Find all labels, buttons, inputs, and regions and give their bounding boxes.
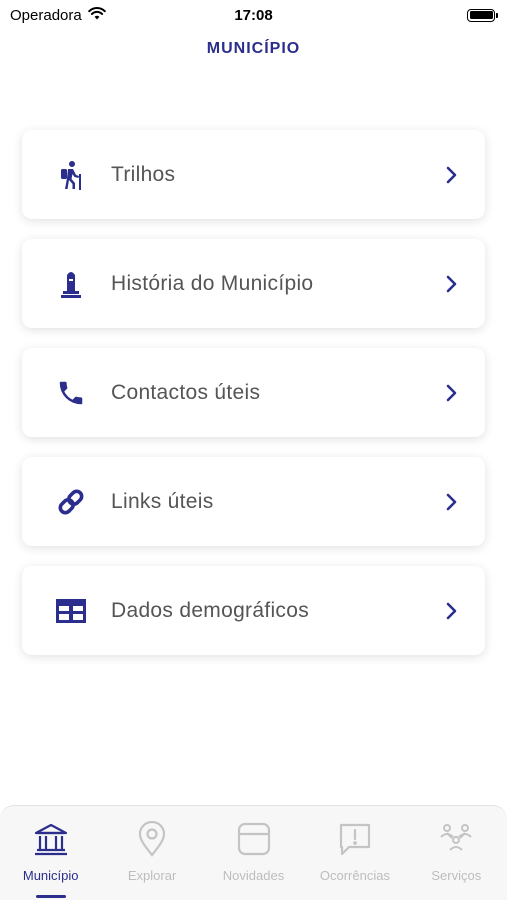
menu-item-label: Contactos úteis <box>111 380 261 404</box>
menu-item-label: Trilhos <box>111 162 176 186</box>
link-icon <box>54 485 88 519</box>
institution-icon <box>32 820 70 858</box>
menu-item-label: Links úteis <box>111 489 214 513</box>
chevron-right-icon <box>441 165 461 185</box>
menu-item-dados[interactable]: Dados demográficos <box>22 566 485 655</box>
menu-list: Trilhos História do Município Contactos … <box>22 130 485 675</box>
wifi-icon <box>87 6 106 24</box>
page-title: MUNICÍPIO <box>206 40 301 57</box>
menu-item-label: Dados demográficos <box>111 598 309 622</box>
chevron-right-icon <box>441 274 461 294</box>
services-icon <box>437 820 475 858</box>
tab-municipio[interactable]: Município <box>0 806 101 900</box>
tab-label: Serviços <box>431 868 482 883</box>
menu-item-trilhos[interactable]: Trilhos <box>22 130 485 219</box>
tab-label: Município <box>22 868 79 883</box>
menu-item-links[interactable]: Links úteis <box>22 457 485 546</box>
chevron-right-icon <box>441 492 461 512</box>
chevron-right-icon <box>441 383 461 403</box>
menu-item-contactos[interactable]: Contactos úteis <box>22 348 485 437</box>
tab-label: Ocorrências <box>319 868 390 883</box>
battery-icon <box>467 8 498 22</box>
tab-ocorrencias[interactable]: Ocorrências <box>304 806 405 900</box>
alert-bubble-icon <box>336 820 374 858</box>
map-pin-icon <box>133 820 171 858</box>
menu-item-label: História do Município <box>111 271 314 295</box>
monument-icon <box>54 267 88 301</box>
status-left: Operadora <box>10 6 106 24</box>
tab-explorar[interactable]: Explorar <box>101 806 202 900</box>
carrier-label: Operadora <box>10 6 82 24</box>
chevron-right-icon <box>441 601 461 621</box>
tab-bar: Município Explorar Novidades Ocorrências… <box>0 805 507 900</box>
tab-servicos[interactable]: Serviços <box>406 806 507 900</box>
table-icon <box>54 594 88 628</box>
status-bar: Operadora 17:08 <box>0 0 507 30</box>
phone-icon <box>54 376 88 410</box>
active-tab-indicator <box>35 895 66 898</box>
menu-item-historia[interactable]: História do Município <box>22 239 485 328</box>
tab-label: Explorar <box>127 868 177 883</box>
news-icon <box>235 820 273 858</box>
hiking-icon <box>54 158 88 192</box>
tab-label: Novidades <box>222 868 285 883</box>
tab-novidades[interactable]: Novidades <box>203 806 304 900</box>
